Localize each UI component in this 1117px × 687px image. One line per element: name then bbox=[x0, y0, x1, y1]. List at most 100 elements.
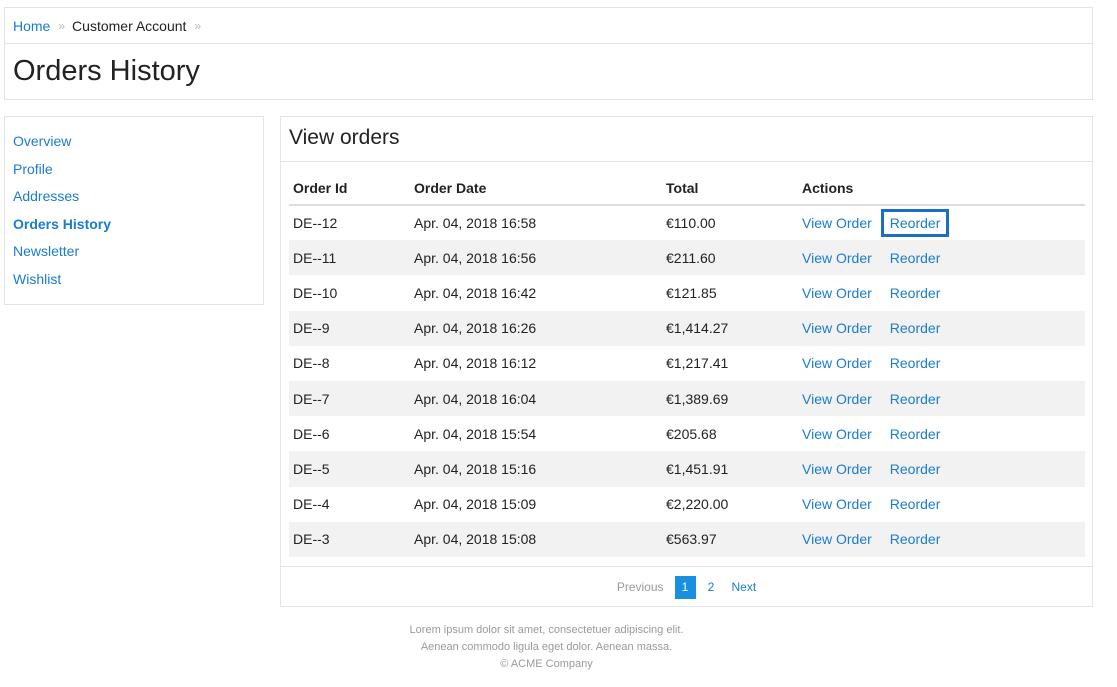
orders-table-body: DE--12 Apr. 04, 2018 16:58 €110.00 View Ord… bbox=[289, 205, 1085, 557]
pagination-next[interactable]: Next bbox=[732, 580, 757, 594]
order-date-cell: Apr. 04, 2018 15:16 bbox=[410, 451, 662, 487]
breadcrumb-separator: » bbox=[58, 18, 65, 33]
view-order-link[interactable]: View Order bbox=[802, 215, 872, 231]
view-order-link[interactable]: View Order bbox=[802, 391, 872, 407]
order-date-cell: Apr. 04, 2018 16:42 bbox=[414, 284, 537, 301]
order-date-cell: Apr. 04, 2018 15:54 bbox=[414, 425, 537, 442]
view-order-link[interactable]: View Order bbox=[802, 426, 872, 442]
table-row: DE--6 Apr. 04, 2018 15:54 €205.68 View Orde… bbox=[289, 416, 1085, 451]
order-id-cell: DE--7 bbox=[289, 380, 410, 417]
view-order-link[interactable]: View Order bbox=[802, 285, 872, 301]
column-header-actions: Actions bbox=[798, 171, 1085, 206]
orders-panel: View orders Order Id Order Date Total Ac… bbox=[280, 116, 1093, 607]
footer-line-2: Aenean commodo ligula eget dolor. Aenean… bbox=[420, 641, 673, 653]
order-date-cell: Apr. 04, 2018 16:04 bbox=[410, 380, 662, 417]
reorder-link[interactable]: Reorder bbox=[887, 461, 944, 477]
order-id-cell: DE--12 bbox=[293, 215, 338, 232]
order-id-cell: DE--6 bbox=[293, 425, 330, 442]
order-id-cell: DE--11 bbox=[289, 240, 410, 276]
order-actions-cell: View Order Reorder bbox=[798, 240, 1085, 276]
order-actions-cell: View Order Reorder bbox=[798, 205, 1085, 240]
view-order-link[interactable]: View Order bbox=[802, 320, 872, 336]
reorder-link[interactable]: Reorder bbox=[887, 355, 944, 371]
order-id-cell: DE--9 bbox=[289, 310, 410, 346]
reorder-link[interactable]: Reorder bbox=[880, 209, 950, 238]
table-row: DE--8 Apr. 04, 2018 16:12 €1,217.41 View Or… bbox=[289, 346, 1085, 381]
breadcrumb: Home » Customer Account » bbox=[5, 8, 1092, 44]
table-row: DE--3 Apr. 04, 2018 15:08 €563.97 View Orde… bbox=[289, 521, 1085, 557]
order-total-cell: €1,451.91 bbox=[662, 451, 798, 487]
reorder-link[interactable]: Reorder bbox=[887, 320, 944, 336]
column-header-total: Total bbox=[662, 171, 798, 206]
pagination-page-2[interactable]: 2 bbox=[701, 576, 722, 599]
order-actions-cell: View Order Reorder bbox=[798, 416, 1085, 451]
order-actions-cell: View Order Reorder bbox=[798, 521, 1085, 557]
reorder-link[interactable]: Reorder bbox=[887, 426, 944, 442]
pagination: Previous 1 2 Next bbox=[281, 566, 1092, 607]
order-total-cell: €563.97 bbox=[662, 521, 798, 557]
view-order-link[interactable]: View Order bbox=[802, 250, 872, 266]
account-sidebar: Overview Profile Addresses Orders Histor… bbox=[4, 116, 264, 305]
table-row: DE--12 Apr. 04, 2018 16:58 €110.00 View Ord… bbox=[289, 205, 1085, 240]
pagination-page-1[interactable]: 1 bbox=[674, 575, 696, 599]
table-row: DE--5 Apr. 04, 2018 15:16 €1,451.91 View Or… bbox=[289, 451, 1085, 487]
table-row: DE--11 Apr. 04, 2018 16:56 €211.60 View Ord… bbox=[289, 240, 1085, 276]
orders-table: Order Id Order Date Total Actions DE--12… bbox=[289, 171, 1085, 557]
order-actions-cell: View Order Reorder bbox=[798, 275, 1085, 310]
order-date-cell: Apr. 04, 2018 16:56 bbox=[410, 240, 662, 276]
order-date-cell: Apr. 04, 2018 15:08 bbox=[410, 521, 662, 557]
breadcrumb-separator: » bbox=[194, 18, 201, 33]
sidebar-item-overview[interactable]: Overview bbox=[5, 128, 263, 156]
column-header-order-id: Order Id bbox=[289, 171, 410, 206]
order-date-cell: Apr. 04, 2018 16:12 bbox=[414, 355, 537, 372]
order-actions-cell: View Order Reorder bbox=[798, 451, 1085, 487]
sidebar-item-addresses[interactable]: Addresses bbox=[5, 183, 263, 211]
breadcrumb-home-link[interactable]: Home bbox=[13, 18, 50, 34]
order-total-cell: €2,220.00 bbox=[666, 496, 729, 513]
view-order-link[interactable]: View Order bbox=[802, 461, 872, 477]
order-actions-cell: View Order Reorder bbox=[798, 310, 1085, 346]
order-id-cell: DE--8 bbox=[293, 355, 330, 372]
reorder-link[interactable]: Reorder bbox=[887, 285, 944, 301]
pagination-previous: Previous bbox=[616, 580, 664, 594]
reorder-link[interactable]: Reorder bbox=[887, 250, 944, 266]
page-title: Orders History bbox=[13, 55, 200, 87]
order-id-cell: DE--5 bbox=[289, 451, 410, 487]
order-date-cell: Apr. 04, 2018 16:26 bbox=[410, 310, 662, 346]
view-order-link[interactable]: View Order bbox=[802, 496, 872, 512]
order-actions-cell: View Order Reorder bbox=[798, 487, 1085, 522]
reorder-link[interactable]: Reorder bbox=[887, 496, 944, 512]
view-order-link[interactable]: View Order bbox=[802, 531, 872, 547]
table-row: DE--10 Apr. 04, 2018 16:42 €121.85 View Ord… bbox=[289, 275, 1085, 310]
order-total-cell: €1,414.27 bbox=[662, 310, 798, 346]
sidebar-item-profile[interactable]: Profile bbox=[5, 156, 263, 184]
sidebar-item-newsletter[interactable]: Newsletter bbox=[5, 238, 263, 266]
order-actions-cell: View Order Reorder bbox=[798, 346, 1085, 381]
reorder-link[interactable]: Reorder bbox=[887, 531, 944, 547]
order-total-cell: €211.60 bbox=[662, 240, 798, 276]
reorder-link[interactable]: Reorder bbox=[887, 391, 944, 407]
breadcrumb-current: Customer Account bbox=[72, 17, 187, 34]
table-header-row: Order Id Order Date Total Actions bbox=[289, 171, 1085, 206]
table-row: DE--4 Apr. 04, 2018 15:09 €2,220.00 View Or… bbox=[289, 487, 1085, 522]
order-total-cell: €205.68 bbox=[666, 425, 717, 442]
order-total-cell: €1,389.69 bbox=[662, 380, 798, 417]
panel-title: View orders bbox=[281, 117, 1092, 162]
table-row: DE--7 Apr. 04, 2018 16:04 €1,389.69 View Or… bbox=[289, 380, 1085, 417]
footer-line-1: Lorem ipsum dolor sit amet, consectetuer… bbox=[409, 624, 684, 636]
sidebar-item-orders-history[interactable]: Orders History bbox=[5, 211, 263, 239]
order-total-cell: €1,217.41 bbox=[666, 355, 729, 372]
order-id-cell: DE--4 bbox=[293, 496, 330, 513]
order-date-cell: Apr. 04, 2018 15:09 bbox=[414, 496, 537, 513]
footer-copyright: © ACME Company bbox=[500, 658, 593, 670]
order-total-cell: €121.85 bbox=[666, 284, 717, 301]
view-order-link[interactable]: View Order bbox=[802, 355, 872, 371]
footer: Lorem ipsum dolor sit amet, consectetuer… bbox=[0, 622, 1093, 673]
table-row: DE--9 Apr. 04, 2018 16:26 €1,414.27 View Or… bbox=[289, 310, 1085, 346]
sidebar-item-wishlist[interactable]: Wishlist bbox=[5, 266, 263, 294]
order-id-cell: DE--3 bbox=[289, 521, 410, 557]
order-id-cell: DE--10 bbox=[293, 284, 338, 301]
column-header-order-date: Order Date bbox=[410, 171, 662, 206]
order-actions-cell: View Order Reorder bbox=[798, 380, 1085, 417]
page-header: Home » Customer Account » Orders History bbox=[4, 7, 1093, 100]
